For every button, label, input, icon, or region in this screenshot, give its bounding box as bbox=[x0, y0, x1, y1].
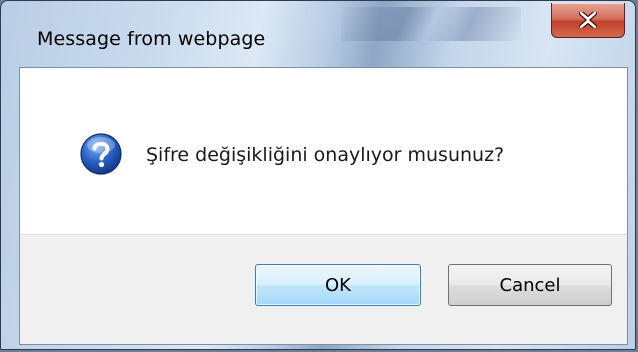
dialog-title: Message from webpage bbox=[37, 28, 266, 50]
cancel-button[interactable]: Cancel bbox=[448, 264, 612, 306]
message-area: Şifre değişikliğini onaylıyor musunuz? bbox=[20, 68, 627, 234]
ok-button[interactable]: OK bbox=[255, 264, 421, 306]
close-button[interactable] bbox=[551, 3, 625, 38]
question-icon bbox=[80, 133, 122, 175]
dialog-window: Message from webpage Şifre değişikliğini… bbox=[0, 0, 636, 350]
message-text: Şifre değişikliğini onaylıyor musunuz? bbox=[146, 144, 505, 166]
dialog-content: Şifre değişikliğini onaylıyor musunuz? O… bbox=[19, 67, 628, 345]
title-bar-glass bbox=[341, 7, 521, 41]
close-icon bbox=[579, 12, 597, 28]
button-panel: OK Cancel bbox=[20, 234, 627, 344]
